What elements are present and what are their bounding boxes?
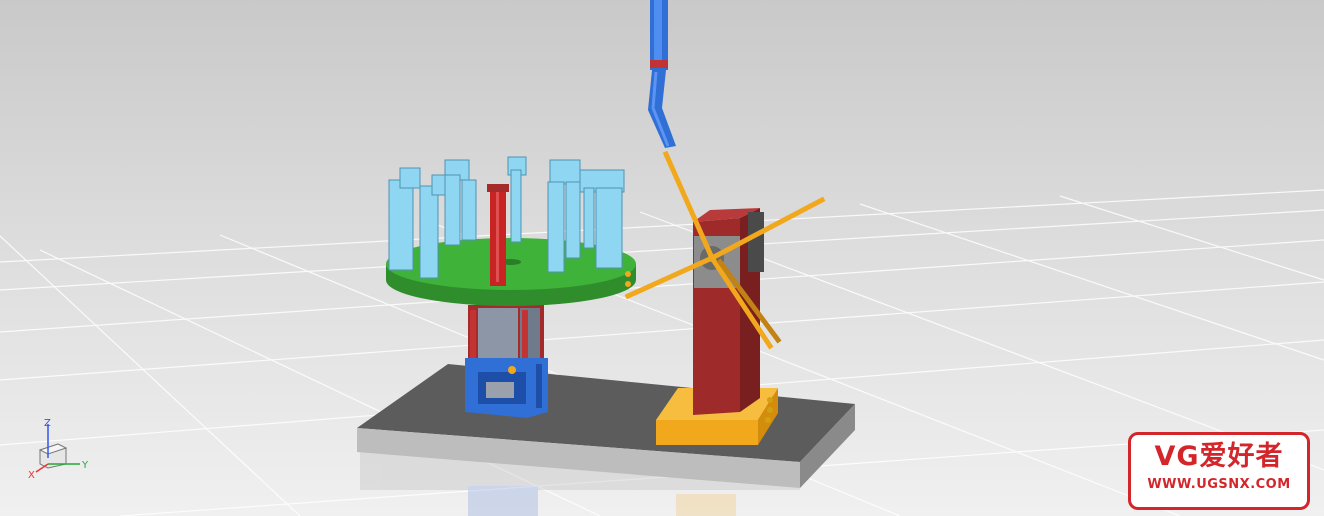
x-axis-label: X [28, 470, 35, 480]
watermark-url: WWW.UGSNX.COM [1147, 477, 1291, 492]
y-axis-label: Y [81, 460, 89, 471]
view-triad[interactable]: Z Y X [24, 418, 94, 480]
graphics-viewport[interactable]: Z Y X VG爱好者 WWW.UGSNX.COM [0, 0, 1324, 516]
watermark-logo: VG爱好者 WWW.UGSNX.COM [1128, 432, 1310, 510]
watermark-title: VG爱好者 [1154, 441, 1284, 472]
model-scene[interactable] [0, 0, 1324, 516]
center-post[interactable] [487, 184, 509, 286]
z-axis-label: Z [44, 418, 51, 429]
rotary-drive[interactable] [465, 305, 548, 418]
robot-arm[interactable] [648, 0, 676, 148]
